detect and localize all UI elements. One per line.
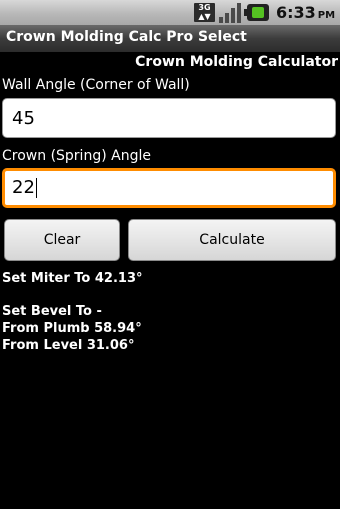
calculator-header: Crown Molding Calculator <box>135 54 338 70</box>
miter-result: Set Miter To 42.13° <box>2 271 143 286</box>
clear-button[interactable]: Clear <box>4 219 120 261</box>
text-caret <box>35 178 37 198</box>
bevel-from-level: From Level 31.06° <box>2 338 135 353</box>
calculate-button[interactable]: Calculate <box>128 219 336 261</box>
signal-icon <box>219 3 241 23</box>
clock-ampm: PM <box>317 10 336 21</box>
clock-time: 6:33 <box>276 3 316 22</box>
network-label: 3G <box>198 3 211 12</box>
app-title: Crown Molding Calc Pro Select <box>6 29 247 45</box>
wall-angle-label: Wall Angle (Corner of Wall) <box>2 77 190 93</box>
crown-angle-value: 22 <box>12 177 35 198</box>
bevel-from-plumb: From Plumb 58.94° <box>2 321 142 336</box>
battery-charging-icon <box>244 4 269 21</box>
wall-angle-value: 45 <box>12 108 35 129</box>
app-title-bar: Crown Molding Calc Pro Select <box>0 25 340 52</box>
bevel-heading: Set Bevel To - <box>2 304 102 319</box>
crown-angle-label: Crown (Spring) Angle <box>2 148 151 164</box>
status-clock: 6:33 PM <box>276 3 335 22</box>
3g-icon: 3G ▲▼ <box>194 3 215 22</box>
crown-angle-input[interactable]: 22 <box>2 168 336 208</box>
wall-angle-input[interactable]: 45 <box>2 98 336 138</box>
status-bar: 3G ▲▼ 6:33 PM <box>0 0 340 25</box>
